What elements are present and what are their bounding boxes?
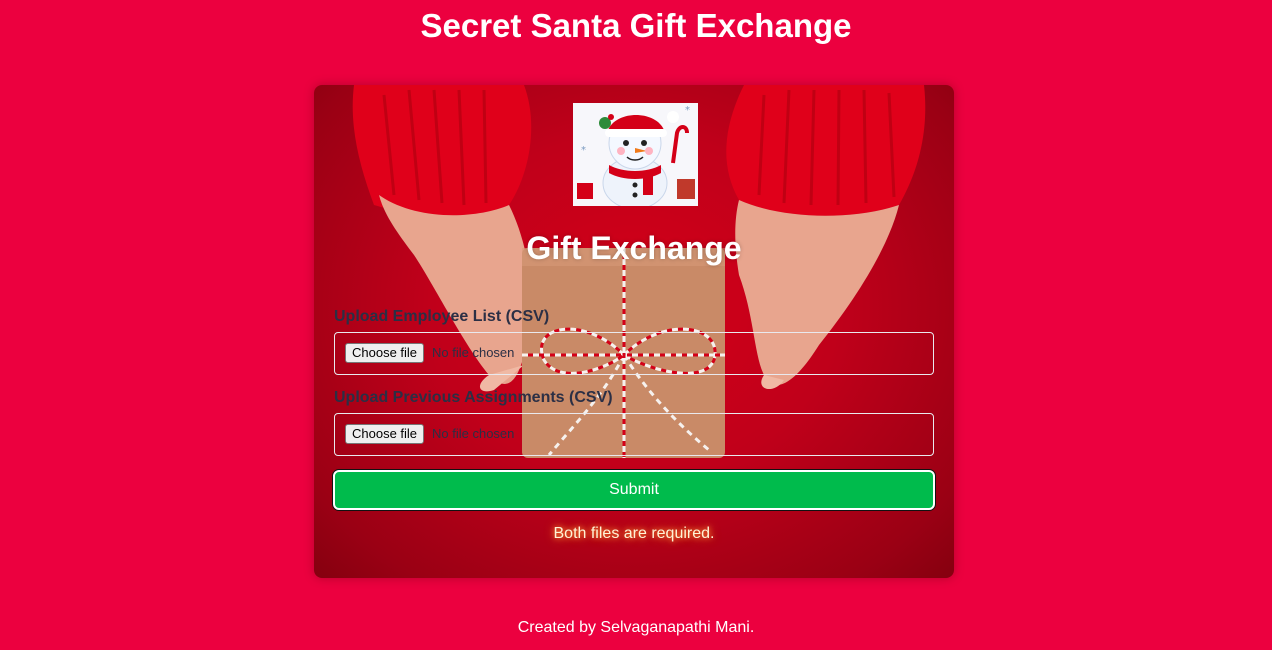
gift-exchange-card: * * Gift Exchange Upload Employee List (…	[314, 85, 954, 578]
employee-list-label: Upload Employee List (CSV)	[334, 308, 550, 325]
svg-text:*: *	[685, 105, 690, 116]
previous-assignments-choose-file-button[interactable]: Choose file	[345, 424, 425, 444]
previous-assignments-file-status: No file chosen	[432, 426, 515, 441]
page-title: Secret Santa Gift Exchange	[420, 7, 852, 44]
previous-assignments-file-input[interactable]: Choose file No file chosen	[334, 413, 934, 456]
employee-list-choose-file-button[interactable]: Choose file	[345, 343, 425, 363]
error-message: Both files are required.	[553, 525, 715, 542]
employee-list-file-input[interactable]: Choose file No file chosen	[334, 332, 934, 375]
snowman-icon: * *	[573, 103, 698, 206]
svg-text:*: *	[581, 145, 586, 156]
card-title: Gift Exchange	[526, 230, 742, 266]
submit-button[interactable]: Submit	[333, 470, 935, 510]
footer-credit: Created by Selvaganapathi Mani.	[517, 619, 755, 636]
employee-list-file-status: No file chosen	[432, 345, 515, 360]
previous-assignments-label: Upload Previous Assignments (CSV)	[334, 389, 613, 406]
